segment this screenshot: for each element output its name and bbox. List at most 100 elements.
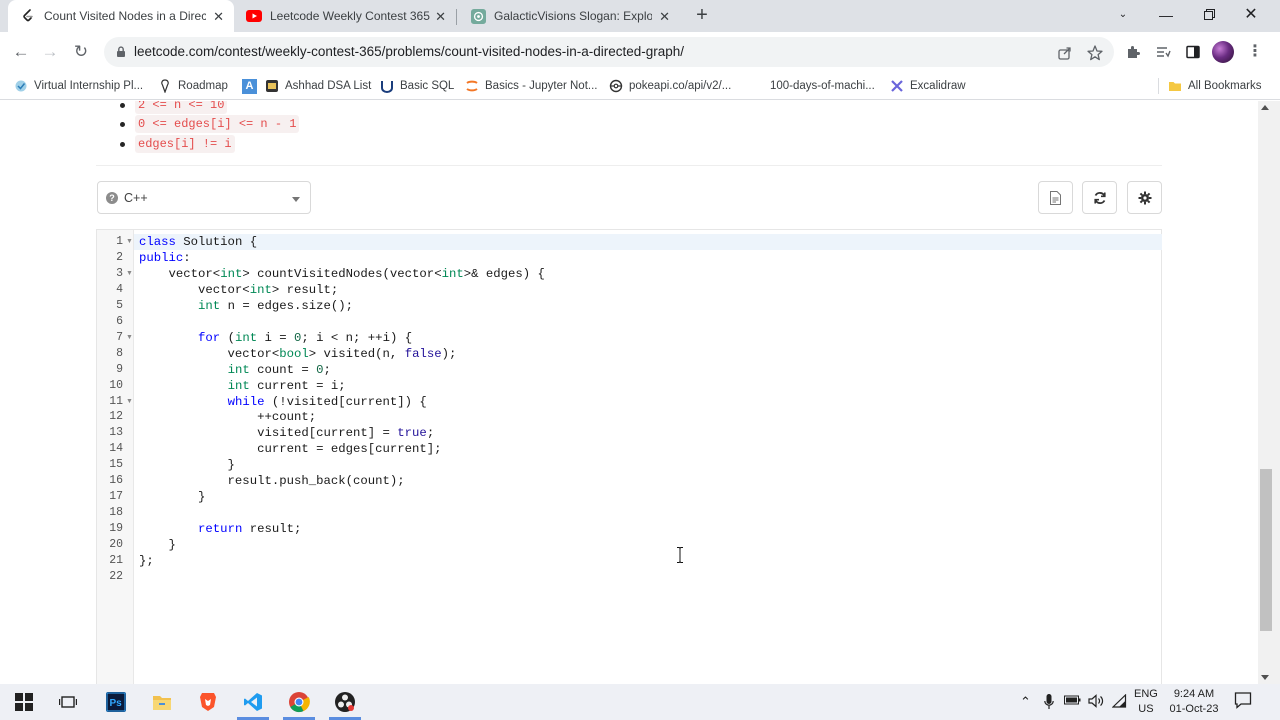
gear-icon [1138,191,1151,204]
code-line[interactable]: class Solution { [139,234,257,250]
restore-icon[interactable] [1194,4,1224,26]
code-line[interactable]: }; [139,553,154,569]
obs-icon[interactable] [333,690,357,714]
code-line[interactable]: current = edges[current]; [139,441,442,457]
reset-code-button[interactable] [1082,181,1117,214]
windows-start-icon[interactable] [12,690,36,714]
language-value: C++ [124,191,148,205]
chrome-icon[interactable] [287,690,311,714]
file-explorer-icon[interactable] [150,690,174,714]
code-line[interactable]: int current = i; [139,378,346,394]
input-language[interactable]: ENG US [1134,687,1158,717]
chevron-up-icon[interactable]: ⌃ [1020,694,1031,710]
reading-list-icon[interactable] [1152,41,1174,63]
wifi-icon[interactable] [1111,693,1127,711]
chevron-down-icon [292,197,300,202]
tab-search-icon[interactable]: ⌄ [1108,4,1138,26]
bookmark-star-icon[interactable] [1086,44,1104,62]
code-line[interactable]: return result; [139,521,301,537]
tab-leetcode-weekly-contest[interactable]: Leetcode Weekly Contest 365 | ✕ [234,0,456,32]
bookmark-jupyter[interactable]: Basics - Jupyter Not... [465,78,597,94]
brave-icon[interactable] [196,690,220,714]
line-number: 6 [116,314,123,328]
close-icon[interactable]: ✕ [213,9,224,25]
code-line[interactable]: public: [139,250,191,266]
bookmark-pokeapi[interactable]: pokeapi.co/api/v2/... [609,78,731,94]
scroll-down-arrow-icon[interactable] [1261,675,1269,680]
leetcode-icon [20,8,36,24]
close-window-icon[interactable]: ✕ [1236,4,1266,26]
vscode-icon[interactable] [241,690,265,714]
svg-text:Ps: Ps [110,698,123,709]
page-scrollbar[interactable] [1258,101,1280,684]
bookmark-100-days-of-ml[interactable]: 100-days-of-machi... [750,78,875,94]
code-line[interactable]: visited[current] = true; [139,425,434,441]
folder-icon [1168,79,1182,93]
minimize-icon[interactable]: — [1151,4,1181,26]
editor-settings-button[interactable] [1127,181,1162,214]
back-arrow-icon[interactable]: ← [9,40,33,64]
bookmark-roadmap[interactable]: Roadmap [158,78,228,94]
code-line[interactable]: vector<int> countVisitedNodes(vector<int… [139,266,545,282]
new-tab-button[interactable]: + [690,4,714,28]
all-bookmarks-folder[interactable]: All Bookmarks [1168,78,1262,94]
photoshop-icon[interactable]: Ps [104,690,128,714]
bookmark-label: pokeapi.co/api/v2/... [629,80,732,92]
tab-galacticvisions-slogan[interactable]: GalacticVisions Slogan: Explore ✕ [458,0,680,32]
code-line[interactable]: for (int i = 0; i < n; ++i) { [139,330,412,346]
lock-icon[interactable] [114,45,128,59]
code-line[interactable]: } [139,457,235,473]
share-icon[interactable] [1056,44,1074,62]
tab-count-visited-nodes[interactable]: Count Visited Nodes in a Directe ✕ [8,0,234,32]
bookmark-virtual-internship[interactable]: Virtual Internship Pl... [14,78,143,94]
close-icon[interactable]: ✕ [659,9,670,25]
code-line[interactable]: while (!visited[current]) { [139,394,427,410]
code-editor[interactable]: 1 ▼ class Solution {2 public: 3 ▼ vector<int>… [96,229,1162,684]
line-number: 21 [109,554,123,567]
battery-icon[interactable] [1064,694,1081,709]
system-clock[interactable]: 9:24 AM 01-Oct-23 [1168,687,1220,717]
reload-icon[interactable]: ↻ [69,40,93,64]
side-panel-icon[interactable] [1182,41,1204,63]
bookmark-basic-sql[interactable]: Basic SQL [380,78,454,94]
help-icon[interactable]: ? [106,192,118,204]
task-view-icon[interactable] [56,690,80,714]
scrollbar-thumb[interactable] [1260,469,1272,631]
close-icon[interactable]: ✕ [435,9,446,25]
code-line[interactable]: int n = edges.size(); [139,298,353,314]
retrieve-code-button[interactable] [1038,181,1073,214]
line-number: 13 [109,426,123,440]
code-line[interactable]: ++count; [139,409,316,425]
volume-icon[interactable] [1088,694,1104,711]
refresh-icon [1093,191,1106,204]
bookmark-excalidraw[interactable]: Excalidraw [890,78,966,94]
document-icon [1050,190,1061,205]
bookmark-a-icon[interactable]: A [242,78,263,94]
bookmark-ashhad-dsa-list[interactable]: Ashhad DSA List [265,78,371,94]
extensions-icon[interactable] [1122,41,1144,63]
code-line[interactable]: int count = 0; [139,362,331,378]
fold-arrow-icon[interactable]: ▼ [126,330,133,346]
notifications-icon[interactable] [1234,691,1252,712]
profile-avatar[interactable] [1212,41,1234,63]
code-line[interactable]: } [139,489,205,505]
code-line[interactable]: vector<int> result; [139,282,338,298]
code-line[interactable]: vector<bool> visited(n, false); [139,346,457,362]
fold-arrow-icon[interactable]: ▼ [126,394,133,410]
leetcode-page: 2 <= n <= 10 0 <= edges[i] <= n - 1 edge… [0,101,1258,684]
youtube-icon [246,8,262,24]
line-number: 17 [109,490,123,504]
fold-arrow-icon[interactable]: ▼ [126,234,133,250]
microphone-icon[interactable] [1044,694,1054,713]
address-bar[interactable]: leetcode.com/contest/weekly-contest-365/… [104,37,1114,67]
url-text[interactable]: leetcode.com/contest/weekly-contest-365/… [134,44,684,59]
line-number: 14 [109,442,123,456]
scroll-up-arrow-icon[interactable] [1261,105,1269,110]
language-select[interactable]: ? C++ [97,181,311,214]
code-line[interactable]: } [139,537,176,553]
constraint-code: 2 <= n <= 10 [135,101,228,114]
code-line[interactable]: result.push_back(count); [139,473,405,489]
forward-arrow-icon[interactable]: → [38,40,62,64]
fold-arrow-icon[interactable]: ▼ [126,266,133,282]
more-menu-icon[interactable]: ⋮ [1244,41,1266,63]
